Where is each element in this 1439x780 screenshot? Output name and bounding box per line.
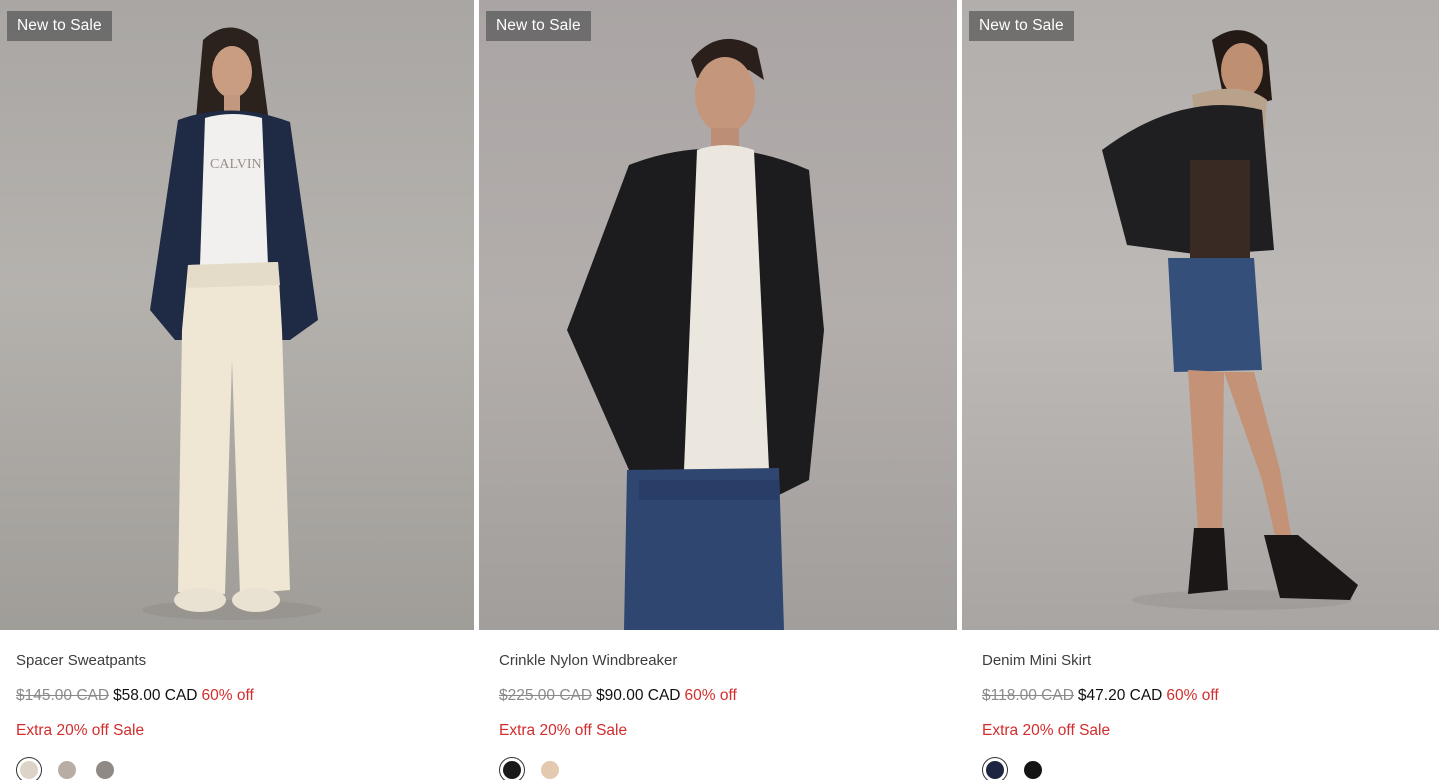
product-name[interactable]: Denim Mini Skirt: [982, 652, 1091, 669]
original-price: $225.00 CAD: [499, 687, 593, 704]
sale-price: $58.00 CAD: [113, 687, 198, 704]
promo-label: Extra 20% off Sale: [499, 722, 628, 739]
color-swatch[interactable]: [499, 757, 525, 780]
promo-label: Extra 20% off Sale: [16, 722, 145, 739]
product-image[interactable]: New to Sale: [479, 0, 957, 630]
price-row: $145.00 CAD $58.00 CAD 60% off: [16, 687, 254, 705]
color-swatches: [982, 757, 1046, 780]
color-swatch[interactable]: [537, 757, 563, 780]
color-swatch-dot: [541, 761, 559, 779]
discount-label: 60% off: [1166, 687, 1219, 704]
color-swatch-dot: [58, 761, 76, 779]
color-swatch[interactable]: [16, 757, 42, 780]
color-swatch[interactable]: [982, 757, 1008, 780]
model-photo: [1102, 30, 1358, 610]
promo-label: Extra 20% off Sale: [982, 722, 1111, 739]
original-price: $145.00 CAD: [16, 687, 110, 704]
color-swatches: [16, 757, 118, 780]
product-grid: CALVIN New to Sale Spacer Sweatpants $14…: [0, 0, 1439, 780]
color-swatch[interactable]: [92, 757, 118, 780]
discount-label: 60% off: [684, 687, 737, 704]
product-name[interactable]: Crinkle Nylon Windbreaker: [499, 652, 677, 669]
new-to-sale-badge: New to Sale: [7, 11, 112, 41]
product-name[interactable]: Spacer Sweatpants: [16, 652, 146, 669]
price-row: $225.00 CAD $90.00 CAD 60% off: [499, 687, 737, 705]
color-swatch-dot: [20, 761, 38, 779]
color-swatches: [499, 757, 563, 780]
product-card[interactable]: CALVIN New to Sale Spacer Sweatpants $14…: [0, 0, 474, 780]
color-swatch-dot: [503, 761, 521, 779]
svg-text:CALVIN: CALVIN: [210, 157, 262, 172]
price-row: $118.00 CAD $47.20 CAD 60% off: [982, 687, 1219, 705]
product-card[interactable]: New to Sale Crinkle Nylon Windbreaker $2…: [479, 0, 957, 780]
product-image[interactable]: New to Sale: [962, 0, 1439, 630]
new-to-sale-badge: New to Sale: [969, 11, 1074, 41]
sale-price: $47.20 CAD: [1077, 687, 1163, 704]
color-swatch-dot: [96, 761, 114, 779]
color-swatch-dot: [1024, 761, 1042, 779]
color-swatch-dot: [986, 761, 1004, 779]
sale-price: $90.00 CAD: [596, 687, 681, 704]
color-swatch[interactable]: [54, 757, 80, 780]
discount-label: 60% off: [201, 687, 254, 704]
product-card[interactable]: New to Sale Denim Mini Skirt $118.00 CAD…: [962, 0, 1439, 780]
original-price: $118.00 CAD: [982, 687, 1074, 704]
new-to-sale-badge: New to Sale: [486, 11, 591, 41]
color-swatch[interactable]: [1020, 757, 1046, 780]
product-image[interactable]: CALVIN New to Sale: [0, 0, 474, 630]
model-photo: CALVIN: [142, 27, 322, 620]
model-photo: [567, 38, 824, 630]
